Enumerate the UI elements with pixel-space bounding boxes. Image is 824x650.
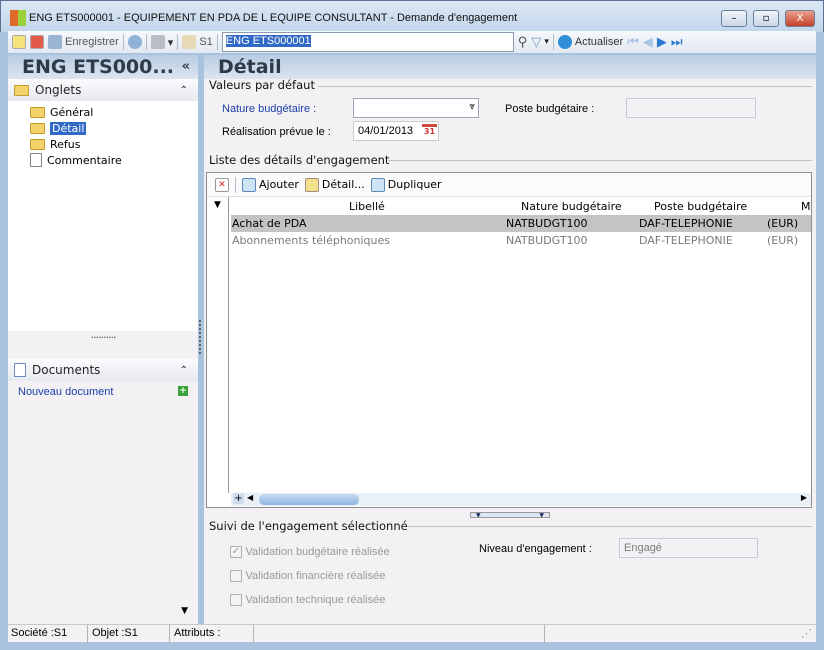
validation-technique-checkbox[interactable]: Validation technique réalisée	[230, 593, 385, 606]
folder-icon	[14, 84, 29, 96]
next-record-icon[interactable]: ▶	[657, 35, 667, 50]
column-header-nature[interactable]: Nature budgétaire	[521, 198, 622, 215]
details-group-title: Liste des détails d'engagement	[209, 153, 390, 167]
nature-label: Nature budgétaire :	[222, 103, 317, 115]
dropdown-icon: ⩔	[469, 101, 475, 112]
add-document-icon[interactable]: +	[178, 386, 188, 396]
validation-financiere-checkbox[interactable]: Validation financière réalisée	[230, 569, 385, 582]
delete-row-icon[interactable]: ✕	[215, 177, 229, 192]
folder-open-icon	[30, 122, 45, 134]
status-attributs: Attributs :	[174, 627, 221, 639]
app-icon	[10, 10, 26, 26]
refresh-icon	[557, 35, 572, 49]
left-panel: Onglets ⌃ Général Détail Refus Commentair…	[8, 79, 198, 624]
column-header-libelle[interactable]: Libellé	[349, 198, 385, 215]
document-icon	[30, 153, 42, 167]
delete-icon[interactable]	[30, 35, 44, 49]
collapse-left-button[interactable]: «	[182, 55, 190, 79]
follow-group-title: Suivi de l'engagement sélectionné	[209, 519, 408, 533]
scroll-left-icon[interactable]: ◀	[247, 493, 253, 502]
add-icon	[242, 177, 256, 192]
window-title: ENG ETS000001 - EQUIPEMENT EN PDA DE L E…	[29, 12, 518, 24]
splitter-handle[interactable]: ··········	[8, 331, 198, 359]
expand-icon[interactable]: +	[233, 493, 244, 504]
table-row[interactable]: Achat de PDA NATBUDGT100 DAF-TELEPHONIE …	[231, 215, 811, 232]
sync-icon[interactable]	[127, 35, 142, 49]
documents-panel-header[interactable]: Documents ⌃	[8, 359, 198, 381]
validation-budgetaire-checkbox[interactable]: ✓ Validation budgétaire réalisée	[230, 545, 390, 558]
tab-general[interactable]: Général	[30, 104, 198, 120]
scroll-down-icon[interactable]: ▼	[8, 606, 198, 624]
title-bar: ENG ETS000001 - EQUIPEMENT EN PDA DE L E…	[0, 0, 824, 32]
defaults-group-title: Valeurs par défaut	[209, 78, 315, 92]
tabs-panel-header[interactable]: Onglets ⌃	[8, 79, 198, 101]
folder-button[interactable]: S1	[182, 35, 213, 49]
folder-icon	[30, 138, 45, 150]
collapse-chevron-icon[interactable]: ⌃	[180, 365, 188, 376]
documents-icon	[14, 363, 26, 377]
print-button[interactable]: ▾	[150, 35, 173, 49]
tab-refus[interactable]: Refus	[30, 136, 198, 152]
checkbox-icon	[230, 570, 242, 582]
date-label: Réalisation prévue le :	[222, 126, 331, 138]
tab-commentaire[interactable]: Commentaire	[30, 152, 198, 168]
save-icon	[48, 35, 62, 49]
tab-detail[interactable]: Détail	[30, 120, 198, 136]
poste-field[interactable]	[626, 98, 756, 118]
minimize-button[interactable]: –	[721, 10, 747, 27]
new-document-link[interactable]: Nouveau document	[18, 386, 113, 398]
level-field: Engagé	[619, 538, 758, 558]
first-record-icon[interactable]: ⏮	[627, 35, 639, 50]
checkbox-icon	[230, 594, 242, 606]
status-bar: Société :S1 Objet :S1 Attributs : ⋰	[8, 624, 816, 643]
left-header: ENG ETS000... «	[8, 55, 198, 79]
printer-icon	[150, 35, 165, 49]
details-grid: ✕ Ajouter Détail... Dupliquer ▼ Libellé …	[206, 172, 812, 508]
new-icon[interactable]	[12, 35, 26, 49]
status-objet: Objet :S1	[92, 627, 138, 639]
duplicate-icon	[370, 177, 385, 192]
maximize-button[interactable]: ▫	[753, 10, 779, 27]
horizontal-scrollbar[interactable]: + ◀ ▶	[231, 493, 811, 506]
close-button[interactable]: X	[785, 10, 815, 27]
status-societe: Société :S1	[11, 627, 68, 639]
add-row-button[interactable]: Ajouter	[242, 177, 299, 192]
grid-toolbar: ✕ Ajouter Détail... Dupliquer	[207, 173, 811, 197]
table-row[interactable]: Abonnements téléphoniques NATBUDGT100 DA…	[231, 232, 811, 249]
duplicate-button[interactable]: Dupliquer	[370, 177, 442, 192]
poste-label: Poste budgétaire :	[505, 103, 595, 115]
last-record-icon[interactable]: ⏭	[671, 35, 683, 50]
scroll-right-icon[interactable]: ▶	[801, 493, 807, 502]
search-input[interactable]: ENG ETS000001	[221, 32, 514, 52]
folder-icon	[30, 106, 45, 118]
grid-header: Libellé Nature budgétaire Poste budgétai…	[231, 198, 811, 215]
page-title: Détail	[204, 55, 816, 79]
column-header-m[interactable]: M	[801, 198, 811, 215]
resize-grip-icon[interactable]: ⋰	[801, 627, 812, 640]
save-button[interactable]: Enregistrer	[48, 35, 119, 49]
column-header-poste[interactable]: Poste budgétaire	[654, 198, 747, 215]
level-label: Niveau d'engagement :	[479, 543, 592, 555]
checkbox-checked-icon: ✓	[230, 546, 242, 558]
previous-record-icon[interactable]: ◀	[643, 35, 653, 50]
refresh-button[interactable]: Actualiser	[557, 35, 623, 49]
tabs-tree: Général Détail Refus Commentaire	[8, 101, 198, 331]
vertical-splitter[interactable]	[199, 320, 202, 354]
calendar-icon[interactable]: 31	[422, 124, 437, 138]
scroll-thumb[interactable]	[259, 494, 359, 505]
edit-icon	[304, 177, 319, 192]
search-icon[interactable]: ⚲	[518, 35, 528, 50]
folder-icon	[182, 35, 197, 49]
toolbar: Enregistrer ▾ S1 ENG ETS000001 ⚲ ▽ ▾ Act…	[8, 31, 816, 53]
detail-button[interactable]: Détail...	[304, 177, 365, 192]
collapse-chevron-icon[interactable]: ⌃	[180, 85, 188, 96]
nature-select[interactable]: ⩔	[353, 98, 479, 118]
row-selector-column: ▼	[207, 197, 229, 493]
filter-icon[interactable]: ▽ ▾	[531, 35, 549, 50]
splitter-handle[interactable]: ▼ ▼	[470, 512, 550, 519]
column-chooser-icon[interactable]: ▼	[207, 197, 228, 210]
